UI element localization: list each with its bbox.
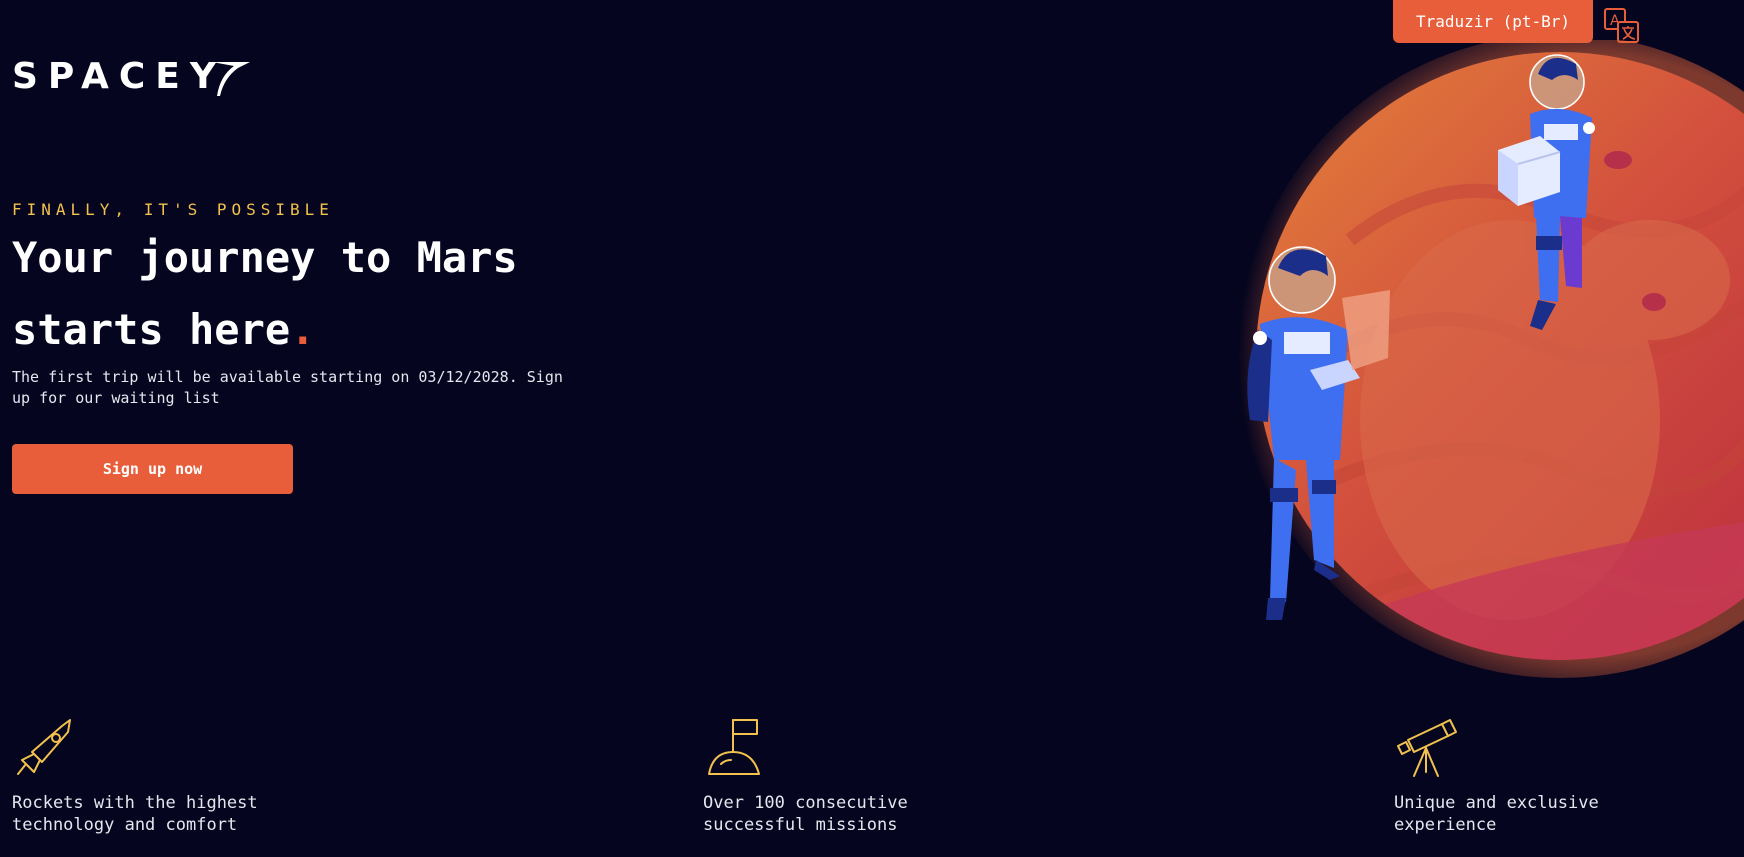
feature-rockets-text: Rockets with the highest technology and … (12, 793, 258, 835)
moon-flag-icon (708, 719, 760, 775)
feature-missions: Over 100 consecutive successful missions (703, 716, 983, 836)
hero-headline-text: Your journey to Mars starts here (12, 233, 518, 354)
translate-button[interactable]: Traduzir (pt-Br) (1393, 0, 1593, 43)
spacey-logo[interactable]: SPACEY (12, 56, 252, 102)
hero-headline-dot: . (290, 305, 316, 354)
svg-text:SPACEY: SPACEY (12, 56, 226, 97)
feature-experience-text: Unique and exclusive experience (1394, 793, 1599, 835)
hero-subtext: The first trip will be available startin… (12, 368, 563, 407)
feature-rockets: Rockets with the highest technology and … (12, 716, 292, 836)
landing-page: Traduzir (pt-Br) A SPACEY FINALLY, IT'S … (0, 0, 1744, 857)
rocket-icon (17, 719, 71, 775)
hero-kicker: FINALLY, IT'S POSSIBLE (12, 200, 334, 219)
hero-headline: Your journey to Mars starts here. (12, 222, 632, 366)
signup-button[interactable]: Sign up now (12, 444, 293, 494)
feature-experience: Unique and exclusive experience (1394, 716, 1674, 836)
telescope-icon (1397, 719, 1457, 777)
mars-astronauts-illustration (1238, 40, 1744, 678)
translate-icon[interactable]: A (1604, 8, 1640, 44)
feature-missions-text: Over 100 consecutive successful missions (703, 793, 908, 835)
